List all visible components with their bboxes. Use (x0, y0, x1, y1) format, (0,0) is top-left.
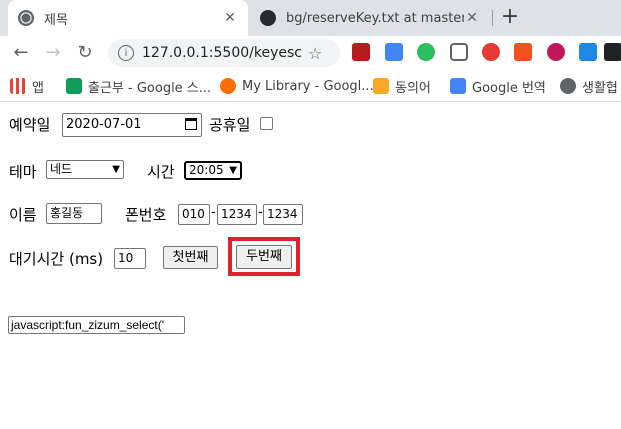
bookmark-item[interactable]: Google 번역 (450, 77, 546, 96)
globe-icon (18, 10, 34, 26)
name-input[interactable]: 홍길동 (46, 203, 102, 224)
time-value: 20:05 (189, 163, 224, 177)
back-icon[interactable]: ← (10, 42, 32, 64)
phone-part3-input[interactable]: 1234 (263, 204, 303, 225)
bookmark-label: 앱 (32, 80, 44, 96)
bookmark-label: 출근부 - Google 스... (88, 80, 212, 96)
github-icon (260, 10, 276, 26)
music-icon (220, 78, 236, 94)
bookmark-item[interactable]: 생활협 (560, 77, 618, 96)
extension-icon[interactable] (352, 43, 370, 61)
wait-time-label: 대기시간 (ms) (9, 250, 104, 268)
camera-extension-icon[interactable] (579, 43, 597, 61)
first-button[interactable]: 첫번째 (163, 246, 218, 269)
bookmark-item[interactable]: 동의어 (373, 77, 431, 96)
chevron-down-icon: ▼ (229, 165, 237, 176)
reservation-date-label: 예약일 (9, 116, 51, 134)
evernote-extension-icon[interactable] (417, 43, 435, 61)
theme-value: 네드 (50, 162, 73, 176)
reservation-date-value: 2020-07-01 (66, 117, 142, 132)
tab-title: bg/reserveKey.txt at master · m (286, 10, 464, 26)
chevron-down-icon: ▼ (112, 164, 120, 175)
extension-icon[interactable] (604, 43, 621, 61)
reload-icon[interactable]: ↻ (74, 42, 96, 64)
phone-part1-input[interactable]: 010 (178, 204, 210, 225)
holiday-checkbox[interactable] (260, 117, 273, 130)
globe-icon (560, 78, 576, 94)
tab-github[interactable]: bg/reserveKey.txt at master · m ✕ (250, 0, 490, 36)
theme-label: 테마 (9, 163, 37, 181)
extension-icon[interactable] (514, 43, 532, 61)
time-select[interactable]: 20:05 ▼ (184, 161, 242, 180)
second-button[interactable]: 두번째 (236, 245, 292, 269)
tab-title: 제목 (44, 12, 68, 28)
info-icon[interactable]: i (118, 45, 134, 61)
bookmark-apps[interactable]: 앱 (10, 77, 44, 96)
theme-select[interactable]: 네드 ▼ (46, 160, 124, 179)
script-input[interactable]: javascript:fun_zizum_select(' (8, 316, 185, 334)
bookmark-label: 생활협 (582, 80, 618, 96)
phone-part2-input[interactable]: 1234 (217, 204, 257, 225)
wait-time-input[interactable]: 10 (114, 248, 146, 269)
bookmark-item[interactable]: 출근부 - Google 스... (66, 77, 212, 96)
star-icon[interactable]: ☆ (308, 44, 322, 63)
dictionary-icon (373, 78, 389, 94)
phone-separator: - (258, 205, 263, 220)
tab-separator (492, 10, 493, 26)
close-icon[interactable]: ✕ (222, 10, 238, 26)
url-text: 127.0.0.1:5500/keyesca (142, 45, 302, 61)
calendar-icon[interactable] (185, 118, 197, 130)
time-label: 시간 (147, 163, 175, 181)
bookmark-label: Google 번역 (472, 80, 546, 96)
close-icon[interactable]: ✕ (464, 10, 480, 26)
holiday-label: 공휴일 (209, 116, 251, 134)
new-tab-button[interactable]: + (498, 6, 522, 30)
name-label: 이름 (9, 206, 37, 224)
extension-icon[interactable] (482, 43, 500, 61)
apps-grid-icon (10, 78, 26, 94)
bookmark-label: 동의어 (395, 80, 431, 96)
sheets-icon (66, 78, 82, 94)
phone-separator: - (211, 205, 216, 220)
reservation-date-input[interactable]: 2020-07-01 (62, 113, 202, 137)
translate-icon (450, 78, 466, 94)
address-bar[interactable]: i 127.0.0.1:5500/keyesca ☆ (108, 39, 340, 67)
forward-icon[interactable]: → (42, 42, 64, 64)
bookmark-label: My Library - Googl... (242, 78, 374, 94)
pocket-extension-icon[interactable] (450, 43, 468, 61)
phone-label: 폰번호 (125, 206, 167, 224)
tab-active[interactable]: 제목 ✕ (8, 0, 248, 36)
extension-icon[interactable] (547, 43, 565, 61)
translate-extension-icon[interactable] (385, 43, 403, 61)
bookmark-item[interactable]: My Library - Googl... (220, 77, 374, 95)
